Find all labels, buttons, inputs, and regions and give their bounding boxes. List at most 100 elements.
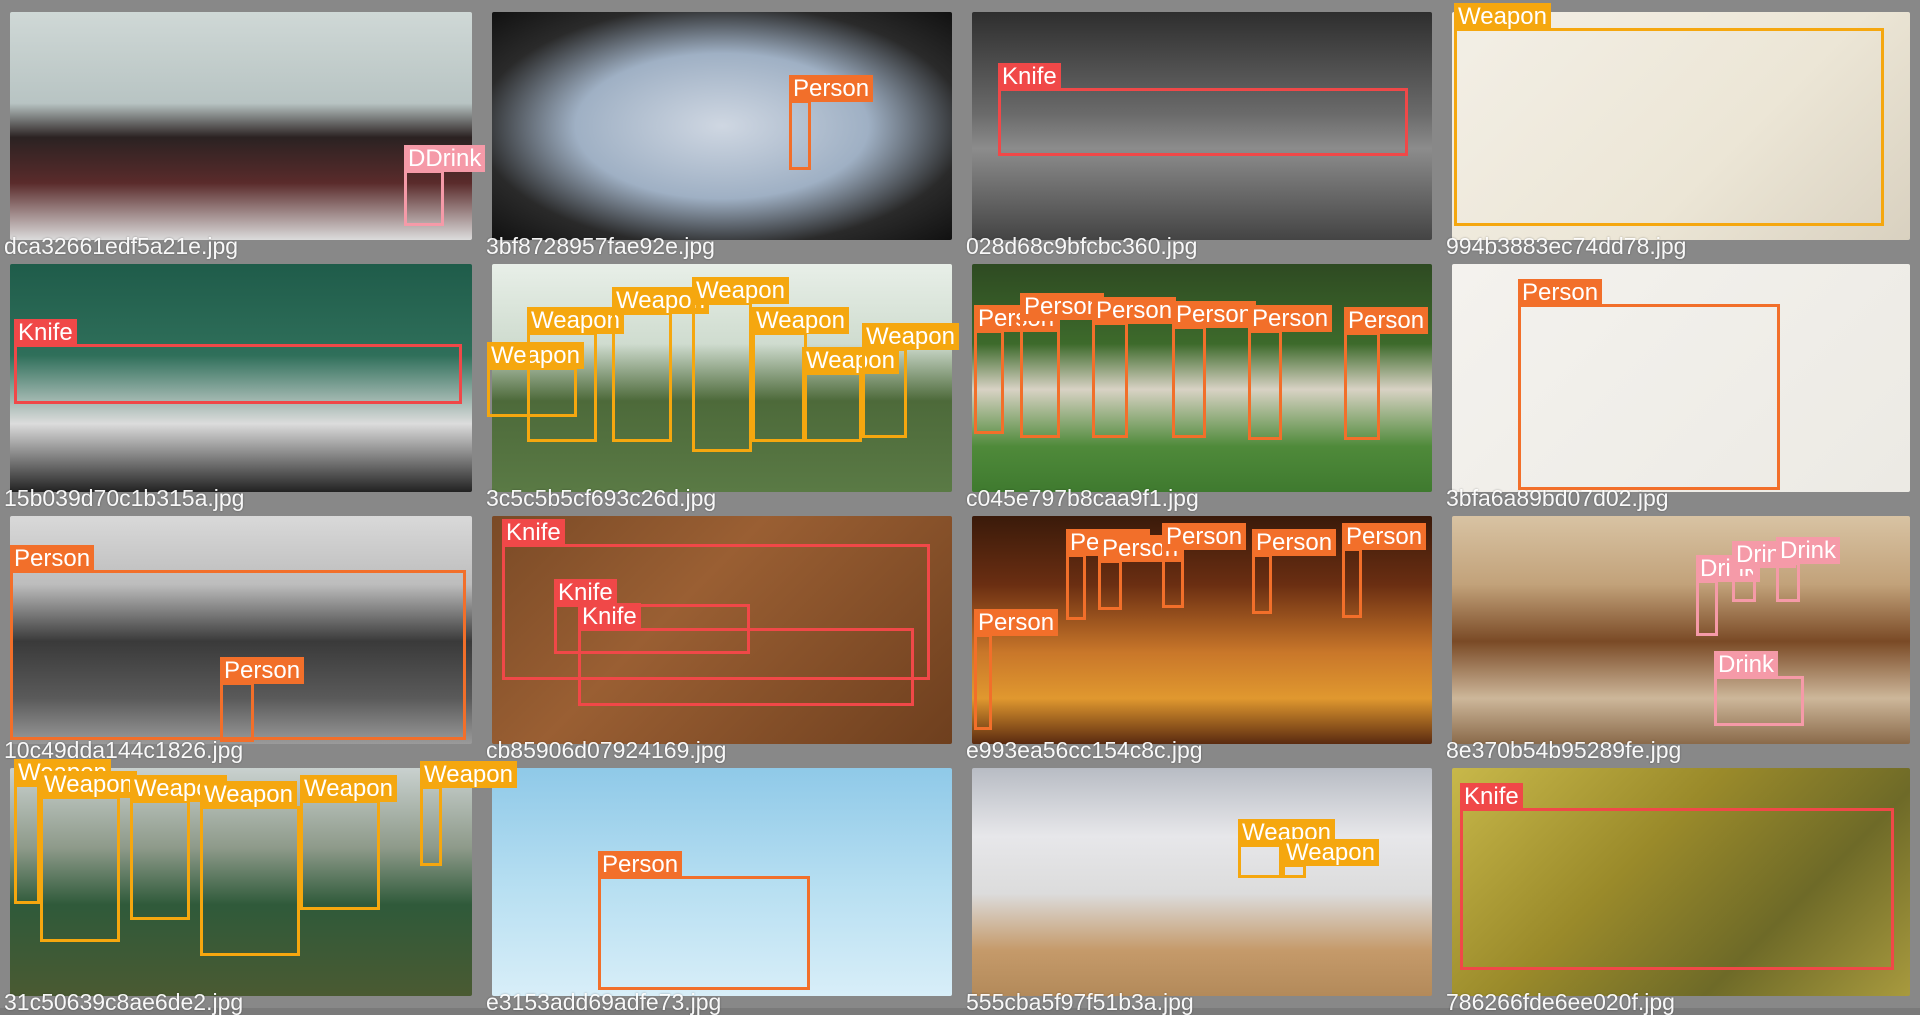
detection-box: Person: [1098, 535, 1183, 610]
detection-box: Person: [598, 851, 810, 990]
detection-box: Weapon: [752, 307, 849, 442]
tile-2[interactable]: Person 3bf8728957fae92e.jpg: [482, 0, 962, 258]
detection-label: Person: [10, 545, 95, 572]
detection-label: Weapon: [527, 307, 624, 334]
detection-label: Weapon: [300, 775, 397, 802]
detection-box: Knife: [578, 603, 914, 706]
detection-box: Weapon: [527, 307, 624, 442]
detection-label: Person: [1344, 307, 1429, 334]
detection-box: Person: [1342, 523, 1427, 618]
detection-label: Person: [598, 851, 683, 878]
tile-image: [1452, 516, 1910, 744]
detection-box: Person: [1518, 279, 1780, 490]
detection-label: Person: [789, 75, 874, 102]
detection-box: Weapon: [1282, 839, 1379, 878]
detection-box: Weapon: [420, 761, 517, 866]
detection-label: Person: [974, 609, 1059, 636]
detection-label: Person: [1172, 301, 1257, 328]
detection-box: Person: [1020, 293, 1105, 438]
detection-box: Drink: [1714, 651, 1804, 726]
detection-box: Knife: [998, 63, 1408, 156]
detection-label: Knife: [554, 579, 617, 606]
detection-label: Knife: [578, 603, 641, 630]
tile-15[interactable]: Weapon Weapon 555cba5f97f51b3a.jpg: [962, 756, 1442, 1014]
image-filename: 555cba5f97f51b3a.jpg: [966, 989, 1194, 1015]
detection-label: Weapon: [862, 323, 959, 350]
detection-label: Weapon: [200, 781, 297, 808]
tile-3[interactable]: Knife 028d68c9bfcbc360.jpg: [962, 0, 1442, 258]
image-filename: 3bf8728957fae92e.jpg: [486, 233, 715, 259]
image-filename: e3153add69adfe73.jpg: [486, 989, 722, 1015]
detection-label: Drink: [1776, 537, 1841, 564]
detection-box: Weapon: [300, 775, 397, 910]
detection-box: Person: [1248, 305, 1333, 440]
detection-box: Drink: [1732, 541, 1797, 602]
detection-box: Person: [1066, 529, 1151, 620]
image-filename: 8e370b54b95289fe.jpg: [1446, 737, 1682, 763]
tile-7[interactable]: Person Person Person Person Person Perso…: [962, 252, 1442, 510]
tile-4[interactable]: Weapon 994b3883ec74dd78.jpg: [1442, 0, 1920, 258]
detection-box: Weapon: [1454, 3, 1884, 226]
tile-16[interactable]: Knife 786266fde6ee020f.jpg: [1442, 756, 1920, 1014]
detection-box: Weapon: [200, 781, 300, 956]
detection-box: Person: [1344, 307, 1429, 440]
detection-box: Weapon: [40, 771, 137, 942]
tile-image: [972, 768, 1432, 996]
detection-box: Drink: [1696, 555, 1761, 636]
detection-box: Knife: [14, 319, 462, 404]
detection-box: Weapon: [802, 347, 899, 442]
image-filename: dca32661edf5a21e.jpg: [4, 233, 239, 259]
detection-label: Weapon: [1282, 839, 1379, 866]
detection-label: Person: [220, 657, 305, 684]
tile-12[interactable]: Drink Drink Drink Drink 8e370b54b95289fe…: [1442, 504, 1920, 762]
detection-box: Person: [974, 609, 1059, 730]
tile-9[interactable]: Person Person 10c49dda144c1826.jpg: [0, 504, 482, 762]
detection-box: Weapon: [862, 323, 959, 438]
tile-1[interactable]: DDrink dca32661edf5a21e.jpg: [0, 0, 486, 258]
detection-box: Weapon: [14, 759, 111, 904]
detection-label: Knife: [14, 319, 77, 346]
detection-box: Weapon: [692, 277, 789, 452]
detection-label: Person: [1162, 523, 1247, 550]
image-filename: 3c5c5b5cf693c26d.jpg: [486, 485, 717, 511]
tile-8[interactable]: Person 3bfa6a89bd07d02.jpg: [1442, 252, 1920, 510]
detection-box: Weapon: [130, 775, 227, 920]
image-filename: c045e797b8caa9f1.jpg: [966, 485, 1199, 511]
detection-label: Weapon: [1454, 3, 1551, 30]
detection-box: Person: [1172, 301, 1257, 438]
tile-image: [492, 12, 952, 240]
detection-label: Weapon: [420, 761, 517, 788]
detection-grid: DDrink dca32661edf5a21e.jpg Person 3bf87…: [0, 0, 1920, 1014]
image-filename: 028d68c9bfcbc360.jpg: [966, 233, 1198, 259]
detection-label: Person: [1248, 305, 1333, 332]
tile-6[interactable]: Weapon Weapon Weapon Weapon Weapon Weapo…: [482, 252, 962, 510]
detection-label: Weapon: [40, 771, 137, 798]
tile-13[interactable]: Weapon Weapon Weapon Weapon Weapon Weapo…: [0, 756, 517, 1014]
detection-box: Person: [789, 75, 874, 170]
detection-box: Weapon: [612, 287, 709, 442]
image-filename: 31c50639c8ae6de2.jpg: [4, 989, 244, 1015]
detection-label: Knife: [502, 519, 565, 546]
detection-label: DDrink: [404, 145, 486, 172]
detection-label: Weapon: [752, 307, 849, 334]
detection-label: Person: [1342, 523, 1427, 550]
detection-box: Weapon: [1238, 819, 1335, 878]
detection-label: Person: [1518, 279, 1603, 306]
detection-label: Person: [1252, 529, 1337, 556]
image-filename: 786266fde6ee020f.jpg: [1446, 989, 1675, 1015]
image-filename: cb85906d07924169.jpg: [486, 737, 727, 763]
detection-label: Knife: [1460, 783, 1523, 810]
tile-11[interactable]: Person Person Person Person Person Perso…: [962, 504, 1442, 762]
tile-10[interactable]: Knife Knife Knife cb85906d07924169.jpg: [482, 504, 962, 762]
detection-box: Person: [1252, 529, 1337, 614]
image-filename: 15b039d70c1b315a.jpg: [4, 485, 245, 511]
detection-box: Person: [1092, 297, 1177, 438]
detection-label: Knife: [998, 63, 1061, 90]
detection-label: Person: [1092, 297, 1177, 324]
image-filename: 994b3883ec74dd78.jpg: [1446, 233, 1687, 259]
detection-box: Person: [220, 657, 305, 742]
tile-5[interactable]: Knife 15b039d70c1b315a.jpg: [0, 252, 482, 510]
detection-box: Person: [1162, 523, 1247, 608]
tile-14[interactable]: Person e3153add69adfe73.jpg: [482, 756, 962, 1014]
detection-box: Person: [974, 305, 1059, 434]
